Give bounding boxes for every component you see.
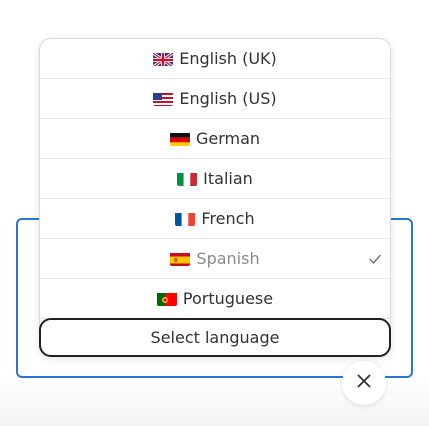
language-option-english-us[interactable]: English (US) bbox=[40, 79, 390, 119]
language-label: German bbox=[195, 129, 261, 148]
language-label: English (US) bbox=[179, 89, 277, 108]
spain-flag-icon bbox=[170, 252, 191, 266]
language-option-portuguese[interactable]: Portuguese bbox=[40, 279, 390, 319]
language-select[interactable]: Select language bbox=[39, 318, 391, 357]
close-icon bbox=[356, 373, 372, 393]
close-button[interactable] bbox=[342, 361, 386, 405]
language-label: Spanish bbox=[196, 249, 260, 268]
italy-flag-icon bbox=[177, 172, 198, 186]
uk-flag-icon bbox=[153, 51, 174, 66]
language-option-german[interactable]: German bbox=[40, 119, 390, 159]
france-flag-icon bbox=[175, 212, 196, 226]
language-option-italian[interactable]: Italian bbox=[40, 159, 390, 199]
language-option-english-uk[interactable]: English (UK) bbox=[40, 39, 390, 79]
language-option-french[interactable]: French bbox=[40, 199, 390, 239]
language-dropdown: English (UK) English (US) German Italian… bbox=[39, 38, 391, 357]
select-placeholder: Select language bbox=[150, 328, 280, 347]
us-flag-icon bbox=[153, 92, 174, 106]
language-label: French bbox=[201, 209, 255, 228]
language-label: English (UK) bbox=[179, 49, 277, 68]
check-icon bbox=[368, 251, 382, 265]
germany-flag-icon bbox=[169, 132, 190, 146]
language-label: Portuguese bbox=[182, 289, 274, 308]
language-option-spanish[interactable]: Spanish bbox=[40, 239, 390, 279]
portugal-flag-icon bbox=[156, 292, 177, 306]
language-label: Italian bbox=[203, 169, 253, 188]
